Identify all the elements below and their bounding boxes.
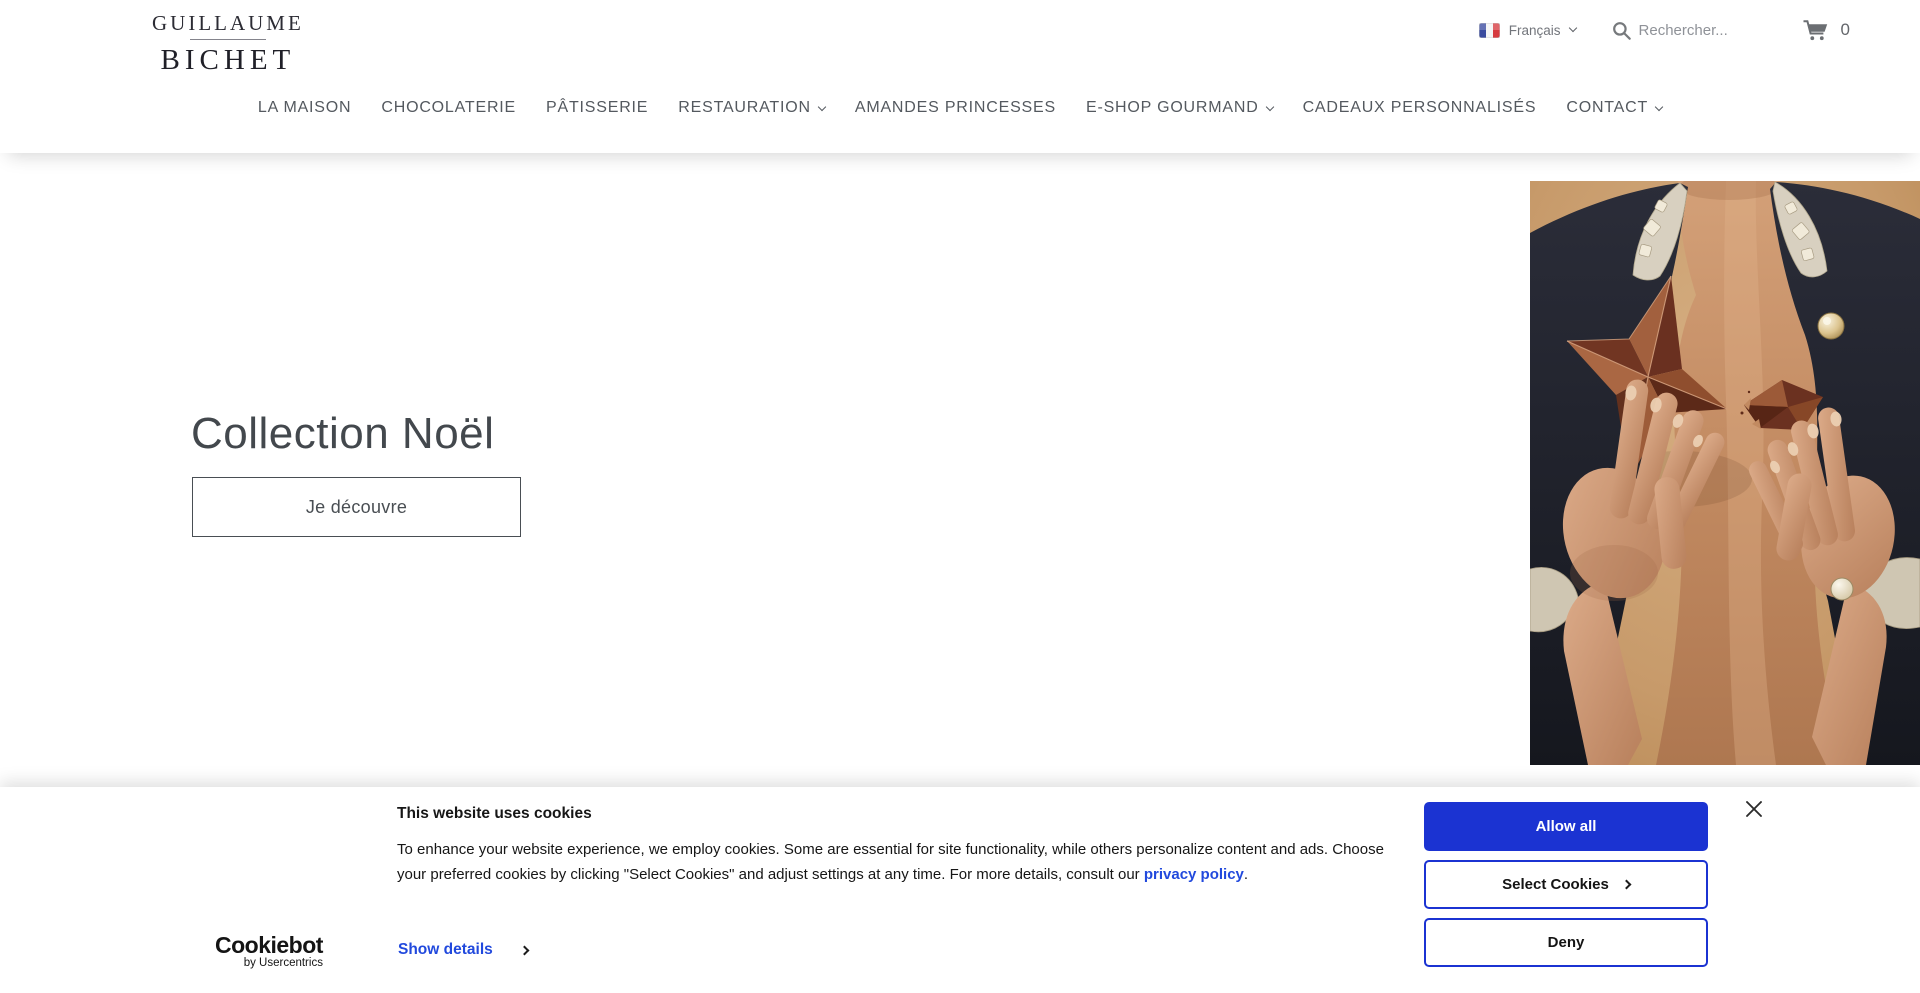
- chevron-down-icon: [818, 102, 826, 110]
- search-icon[interactable]: [1612, 21, 1631, 40]
- cookiebot-logo[interactable]: Cookiebot by Usercentrics: [215, 933, 323, 969]
- hero-image: [1530, 181, 1920, 765]
- hero-title: Collection Noël: [191, 409, 494, 459]
- close-icon[interactable]: [1740, 795, 1768, 823]
- cart-button[interactable]: 0: [1803, 20, 1850, 41]
- chevron-down-icon: [1655, 102, 1663, 110]
- brand-line1: GUILLAUME: [152, 11, 304, 36]
- cookiebot-byline: by Usercentrics: [215, 957, 323, 969]
- french-flag-icon: [1479, 23, 1500, 38]
- select-cookies-button[interactable]: Select Cookies: [1424, 860, 1708, 909]
- hero-cta-button[interactable]: Je découvre: [192, 477, 521, 537]
- header-utilities: Français 0: [1479, 15, 1850, 45]
- nav-contact[interactable]: CONTACT: [1566, 97, 1662, 119]
- language-selector[interactable]: Français: [1479, 23, 1576, 38]
- language-label: Français: [1509, 23, 1561, 38]
- brand-logo[interactable]: GUILLAUME BICHET: [152, 11, 304, 77]
- brand-divider: [190, 39, 266, 40]
- nav-restauration[interactable]: RESTAURATION: [678, 97, 825, 119]
- chevron-down-icon: [1568, 24, 1576, 32]
- nav-patisserie[interactable]: PÂTISSERIE: [546, 97, 648, 119]
- chevron-right-icon: [519, 945, 529, 955]
- cookie-banner-buttons: Allow all Select Cookies Deny: [1424, 802, 1708, 967]
- cookie-banner-text: To enhance your website experience, we e…: [397, 838, 1399, 887]
- chevron-right-icon: [1621, 880, 1631, 890]
- cookiebot-name: Cookiebot: [215, 933, 323, 957]
- cookie-banner: Cookiebot by Usercentrics This website u…: [0, 787, 1920, 993]
- brand-line2: BICHET: [152, 44, 304, 77]
- nav-la-maison[interactable]: LA MAISON: [258, 97, 351, 119]
- nav-cadeaux-personnalises[interactable]: CADEAUX PERSONNALISÉS: [1303, 97, 1537, 119]
- allow-all-button[interactable]: Allow all: [1424, 802, 1708, 851]
- cart-count: 0: [1841, 20, 1850, 40]
- site-header: GUILLAUME BICHET Français: [0, 0, 1920, 153]
- show-details-link[interactable]: Show details: [398, 941, 528, 959]
- nav-chocolaterie[interactable]: CHOCOLATERIE: [381, 97, 516, 119]
- privacy-policy-link[interactable]: privacy policy: [1144, 866, 1244, 883]
- nav-amandes-princesses[interactable]: AMANDES PRINCESSES: [855, 97, 1056, 119]
- deny-button[interactable]: Deny: [1424, 918, 1708, 967]
- cookie-banner-title: This website uses cookies: [397, 805, 1399, 823]
- main-nav: LA MAISON CHOCOLATERIE PÂTISSERIE RESTAU…: [0, 97, 1920, 119]
- search-input[interactable]: [1639, 22, 1775, 39]
- cookie-banner-content: This website uses cookies To enhance you…: [397, 805, 1399, 887]
- chocolate-star-photo: [1530, 181, 1920, 765]
- page: GUILLAUME BICHET Français: [0, 0, 1920, 993]
- nav-eshop-gourmand[interactable]: E-SHOP GOURMAND: [1086, 97, 1273, 119]
- cart-icon: [1803, 20, 1828, 41]
- chevron-down-icon: [1265, 102, 1273, 110]
- search-box: [1612, 21, 1775, 40]
